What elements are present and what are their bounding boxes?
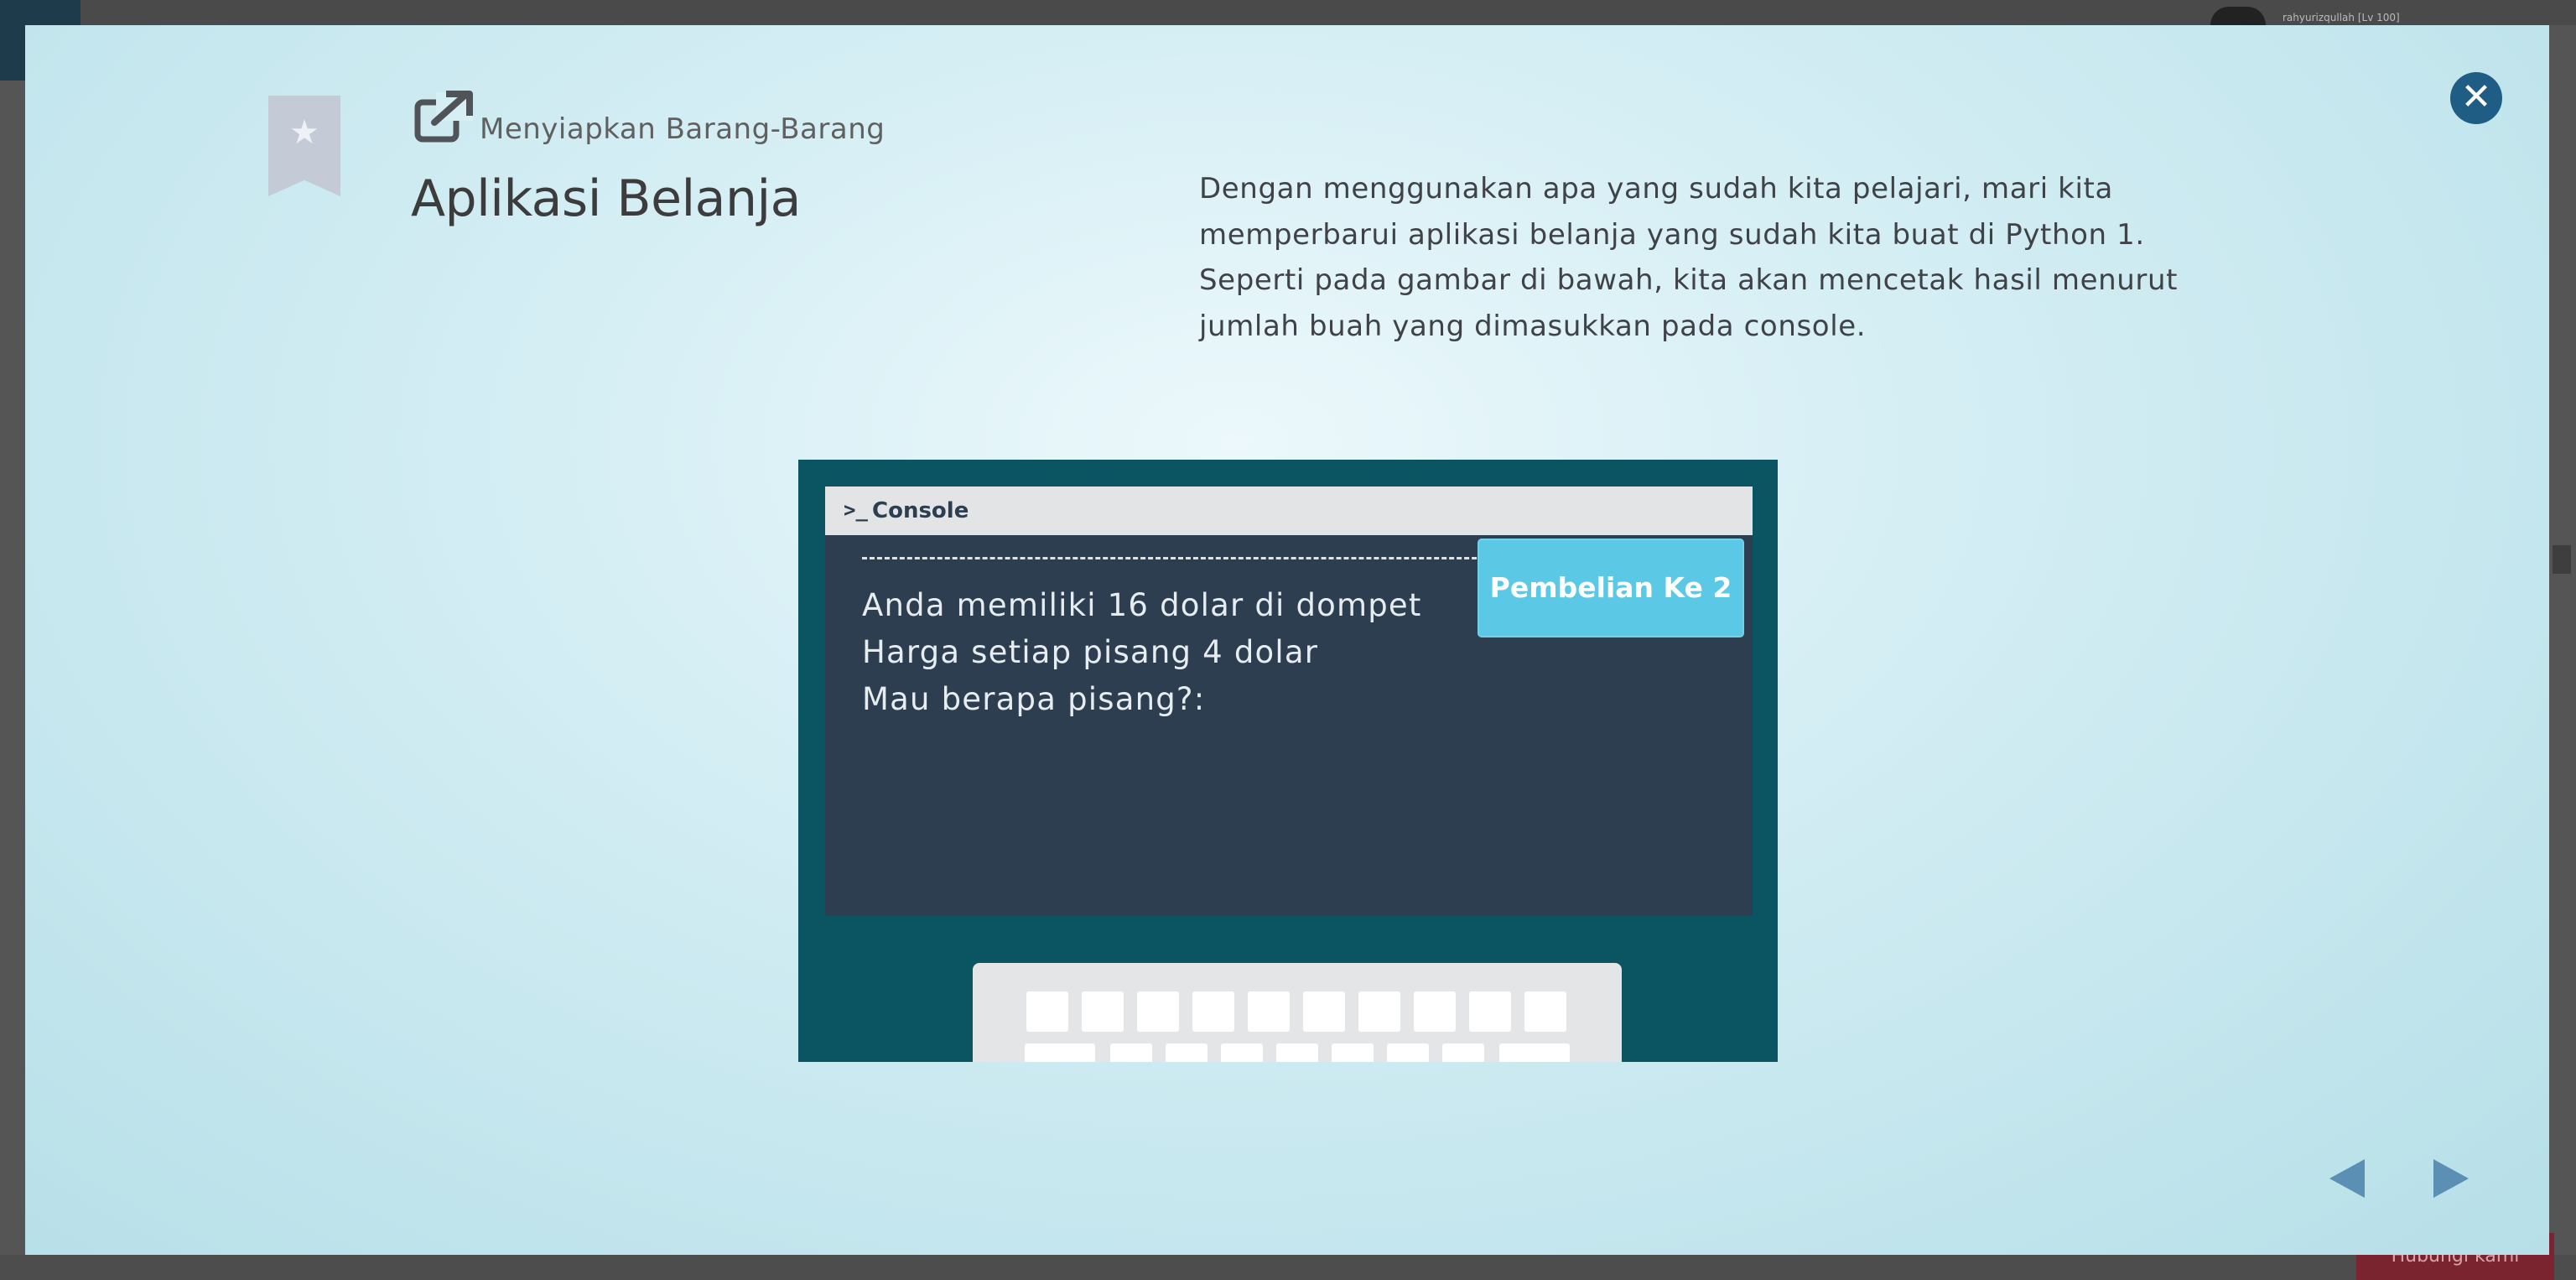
key <box>1469 991 1511 1032</box>
background-bottombar <box>0 1255 2576 1280</box>
next-slide-button[interactable] <box>2430 1158 2472 1199</box>
key <box>1166 1043 1208 1062</box>
key <box>1524 991 1566 1032</box>
key <box>1276 1043 1318 1062</box>
key <box>1332 1043 1374 1062</box>
prev-slide-button[interactable] <box>2326 1158 2368 1199</box>
key <box>1025 1043 1095 1062</box>
key <box>1303 991 1345 1032</box>
external-link-icon[interactable] <box>413 91 475 143</box>
slide-title: Aplikasi Belanja <box>411 169 801 228</box>
arrow-right-icon <box>2433 1159 2469 1198</box>
background-scrollbar <box>2553 545 2571 574</box>
slide-modal: ★ Menyiapkan Barang-Barang Aplikasi Bela… <box>25 25 2549 1255</box>
terminal-icon: >_ <box>844 498 868 522</box>
console-label: Console <box>872 498 969 523</box>
key <box>1248 991 1290 1032</box>
console-line: Mau berapa pisang?: <box>862 681 1206 717</box>
close-icon: ✕ <box>2460 75 2492 118</box>
key <box>1192 991 1234 1032</box>
keyboard-illustration <box>973 963 1622 1062</box>
key <box>1387 1043 1429 1062</box>
purchase-badge: Pembelian Ke 2 <box>1478 539 1744 637</box>
bookmark-button[interactable]: ★ <box>268 96 340 196</box>
key <box>1358 991 1400 1032</box>
background-avatar <box>2210 7 2266 25</box>
console-panel: >_ Console Anda memiliki 16 dolar di dom… <box>825 487 1753 916</box>
key <box>1110 1043 1152 1062</box>
key <box>1442 1043 1484 1062</box>
console-illustration: >_ Console Anda memiliki 16 dolar di dom… <box>798 460 1778 1062</box>
key <box>1221 1043 1263 1062</box>
console-header: >_ Console <box>825 487 1753 535</box>
key <box>1499 1043 1570 1062</box>
purchase-badge-label: Pembelian Ke 2 <box>1489 571 1732 604</box>
key <box>1414 991 1456 1032</box>
console-line: Harga setiap pisang 4 dolar <box>862 634 1319 670</box>
close-button[interactable]: ✕ <box>2450 72 2502 124</box>
background-topbar <box>0 0 2576 25</box>
console-separator <box>862 557 1499 559</box>
key <box>1082 991 1124 1032</box>
key <box>1026 991 1068 1032</box>
arrow-left-icon <box>2329 1159 2365 1198</box>
background-username: rahyurizqullah [Lv 100] <box>2283 12 2400 23</box>
slide-subtitle: Menyiapkan Barang-Barang <box>480 112 886 146</box>
key <box>1137 991 1179 1032</box>
bookmark-star-icon: ★ <box>289 113 319 152</box>
slide-description: Dengan menggunakan apa yang sudah kita p… <box>1199 172 2179 343</box>
console-line: Anda memiliki 16 dolar di dompet <box>862 587 1422 623</box>
